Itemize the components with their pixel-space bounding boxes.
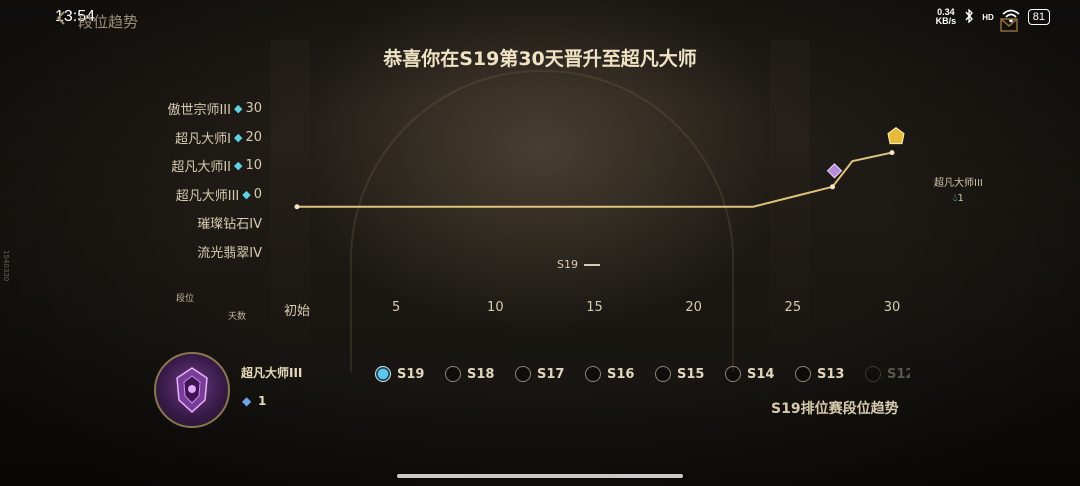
season-selector: S19 S18 S17 S16 S15 S14 S13 S12: [375, 362, 910, 386]
season-radio[interactable]: [515, 366, 531, 382]
season-option-s14[interactable]: S14: [725, 362, 795, 386]
season-option-s13[interactable]: S13: [795, 362, 865, 386]
data-point: [294, 204, 300, 210]
current-rank-name: 超凡大师III: [241, 366, 303, 380]
season-label: S17: [537, 366, 565, 382]
series-line-S19: [297, 151, 893, 208]
season-radio[interactable]: [865, 366, 881, 382]
data-point: [889, 150, 895, 156]
chart-end-label: 超凡大师III 💧︎1: [934, 178, 983, 204]
season-radio[interactable]: [655, 366, 671, 382]
diamond-rank-icon: [826, 163, 843, 179]
season-option-s16[interactable]: S16: [585, 362, 655, 386]
season-radio[interactable]: [375, 366, 391, 382]
master-rank-emblem-icon: [176, 367, 208, 414]
season-option-s15[interactable]: S15: [655, 362, 725, 386]
series-legend: S19: [557, 258, 601, 271]
legend-line: [584, 264, 601, 266]
current-rank-points: 1: [258, 394, 267, 408]
season-label: S15: [677, 366, 705, 382]
season-option-s12[interactable]: S12: [865, 362, 910, 386]
home-indicator[interactable]: [397, 474, 683, 478]
rank-emblem: [154, 352, 230, 428]
master-rank-icon: [887, 126, 905, 145]
season-label: S12: [887, 366, 910, 382]
season-option-s19[interactable]: S19: [375, 362, 445, 386]
season-option-s17[interactable]: S17: [515, 362, 585, 386]
footer-title: S19排位赛段位趋势: [771, 401, 899, 417]
season-label: S19: [397, 366, 425, 382]
data-point: [830, 184, 835, 190]
season-label: S16: [607, 366, 635, 382]
season-label: S18: [467, 366, 495, 382]
season-label: S13: [817, 366, 845, 382]
season-radio[interactable]: [795, 366, 811, 382]
season-radio[interactable]: [445, 366, 461, 382]
side-tag: 1540330: [2, 250, 10, 282]
season-radio[interactable]: [585, 366, 601, 382]
season-option-s18[interactable]: S18: [445, 362, 515, 386]
season-radio[interactable]: [725, 366, 741, 382]
season-label: S14: [747, 366, 775, 382]
rank-points-icon: ◆: [242, 394, 252, 408]
